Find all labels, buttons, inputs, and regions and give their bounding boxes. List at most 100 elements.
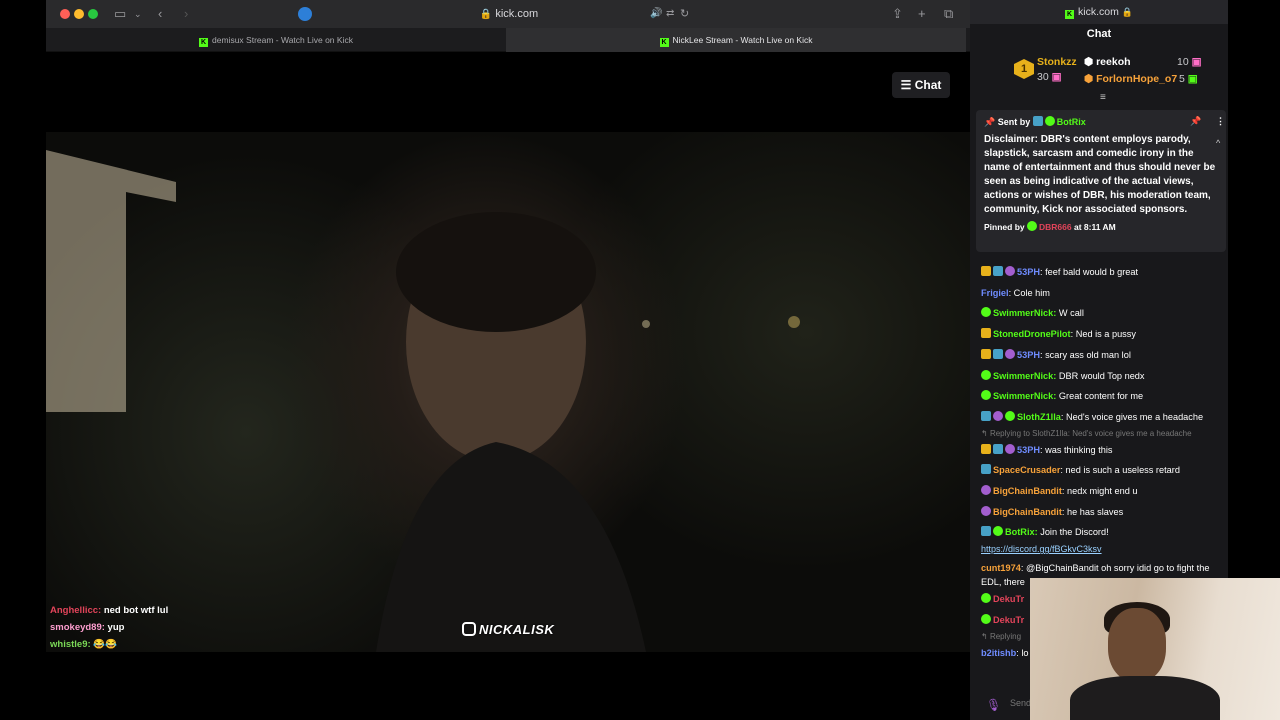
share-icon[interactable]: ⇪ — [892, 6, 903, 22]
extension-icon[interactable] — [298, 7, 312, 21]
expand-gifters-icon[interactable]: ≡ — [1100, 92, 1106, 103]
verified-icon — [981, 390, 991, 401]
pinned-header: 📌 Sent by BotRix 📌 ⋮ — [984, 116, 1225, 128]
reload-icon[interactable]: ↻ — [680, 6, 689, 22]
chat-toggle-button[interactable]: ☰ Chat — [892, 72, 950, 98]
webcam-person-head — [1108, 608, 1166, 682]
verified-icon — [981, 369, 991, 380]
sent-by-label: Sent by — [997, 117, 1031, 127]
close-window-button[interactable] — [60, 9, 70, 19]
chat-text: : he has slaves — [1061, 506, 1124, 517]
forward-arrow-icon[interactable]: › — [184, 6, 188, 22]
pinned-by-label: Pinned by — [984, 222, 1025, 232]
overlay-chat-text: ned bot wtf lul — [101, 605, 169, 616]
overlay-chat-user: Anghellicc: — [50, 605, 102, 616]
chat-username[interactable]: 53PH — [1017, 445, 1040, 455]
chat-text: : feef bald would b great — [1039, 267, 1139, 277]
gift-icon: ▣ — [1051, 71, 1062, 83]
chat-username[interactable]: BigChainBandit — [993, 507, 1062, 517]
chat-text: Great content for me — [1056, 391, 1144, 402]
chat-username[interactable]: BigChainBandit — [993, 486, 1062, 496]
tab-label: demisux Stream - Watch Live on Kick — [212, 35, 353, 45]
chevron-down-icon[interactable]: ⌄ — [134, 6, 142, 22]
chat-username[interactable]: Frigiel — [981, 288, 1009, 298]
sidebar-icon[interactable]: ▭ — [114, 6, 126, 22]
unpin-icon[interactable]: 📌 — [1190, 116, 1201, 127]
video-player[interactable]: ☰ Chat Anghellicc: ned bot wtf lul smoke… — [46, 52, 970, 720]
reply-text: Replying to SlothZ1lla: Ned's voice give… — [989, 428, 1192, 438]
chat-username[interactable]: DekuTr — [993, 594, 1024, 604]
gifter-badge-icon — [981, 505, 991, 516]
overlay-chat-user: smokeyd89: — [50, 622, 105, 633]
chat-text: : Ned is a pussy — [1070, 329, 1136, 340]
chat-message: StonedDronePilot: Ned is a pussy — [981, 324, 1225, 345]
chat-username[interactable]: SlothZ1lla — [1017, 412, 1061, 422]
address-bar[interactable]: 🔒 kick.com — [324, 4, 694, 24]
tab-nicklee[interactable]: K NickLee Stream - Watch Live on Kick — [506, 28, 966, 52]
pinned-by-user: DBR666 — [1039, 222, 1072, 232]
chat-username[interactable]: 53PH — [1017, 267, 1040, 277]
og-badge-icon — [981, 348, 991, 359]
tab-bar: Kdemisux Stream - Watch Live on Kick K Ni… — [46, 28, 970, 52]
top-gifter[interactable]: Stonkzz — [1037, 56, 1077, 68]
chat-username[interactable]: DekuTr — [993, 615, 1024, 625]
gifter-badge-icon — [1005, 443, 1015, 454]
chat-username[interactable]: StonedDronePilot — [993, 329, 1071, 339]
chat-username[interactable]: SwimmerNick: — [993, 391, 1056, 401]
og-badge-icon — [981, 328, 991, 339]
chat-username[interactable]: BotRix: — [1005, 527, 1038, 537]
chat-title: Chat — [1086, 28, 1112, 40]
chat-text: : scary ass old man lol — [1039, 349, 1131, 360]
new-tab-icon[interactable]: + — [918, 6, 926, 22]
collapse-icon[interactable]: ^ — [1216, 138, 1220, 148]
verified-icon — [993, 526, 1003, 537]
lock-icon: 🔒 — [479, 9, 493, 20]
chat-text: : was thinking this — [1039, 444, 1113, 455]
chat-username[interactable]: cunt1974 — [981, 563, 1021, 573]
overlay-chat-text: 😂😂 — [90, 639, 117, 650]
discord-link[interactable]: https://discord.gg/fBGkvC3ksv — [981, 544, 1102, 554]
sent-by-user: BotRix — [1056, 117, 1086, 127]
address-bar-text: kick.com — [495, 8, 539, 20]
chat-text: Join the Discord! — [1037, 527, 1109, 538]
overlay-chat: Anghellicc: ned bot wtf lul smokeyd89: y… — [50, 602, 168, 653]
chat-username[interactable]: SpaceCrusader — [993, 465, 1060, 475]
back-arrow-icon[interactable]: ‹ — [158, 6, 162, 22]
bot-badge-icon — [981, 526, 991, 537]
gift-count: 30 — [1037, 71, 1049, 83]
verified-icon — [1044, 116, 1055, 126]
audio-icon[interactable]: 🔊 — [650, 6, 662, 22]
gifter-entry[interactable]: ⬢ reekoh — [1084, 56, 1131, 68]
translate-icon[interactable]: ⇄ — [666, 6, 674, 22]
top-gifter-name: Stonkzz — [1037, 56, 1077, 68]
overlay-chat-line: smokeyd89: yup — [50, 619, 168, 636]
kick-icon: K — [659, 38, 669, 47]
browser-window-main: ▭ ⌄ ‹ › 🔒 kick.com 🔊 ⇄ ↻ ⇪ + ⧉ Kdemisux S… — [46, 0, 970, 720]
chat-username[interactable]: SwimmerNick: — [993, 308, 1056, 318]
minimize-window-button[interactable] — [74, 9, 84, 19]
microphone-icon[interactable]: 🎙 — [986, 698, 1001, 712]
more-options-icon[interactable]: ⋮ — [1216, 116, 1225, 127]
chat-username[interactable]: b2itishb — [981, 648, 1016, 658]
chat-message: Frigiel: Cole him — [981, 283, 1225, 304]
chat-window-url: kick.com — [1078, 6, 1119, 18]
chat-text: : lo — [1016, 647, 1029, 658]
reply-context[interactable]: ↰ Replying to SlothZ1lla: Ned's voice gi… — [981, 428, 1225, 440]
tab-demisux[interactable]: Kdemisux Stream - Watch Live on Kick — [46, 28, 506, 52]
og-badge-icon — [981, 443, 991, 454]
desktop-background — [0, 0, 46, 720]
zoom-window-button[interactable] — [88, 9, 98, 19]
gifter-count: 10 ▣ — [1177, 56, 1202, 68]
chat-text: W call — [1056, 308, 1084, 319]
pinned-footer: Pinned by DBR666 at 8:11 AM — [984, 221, 1218, 232]
chat-username[interactable]: 53PH — [1017, 350, 1040, 360]
pin-icon: 📌 — [984, 117, 996, 127]
webcam-overlay — [1030, 578, 1280, 720]
chat-text: : nedx might end u — [1061, 486, 1138, 497]
kick-icon: K — [1065, 10, 1074, 19]
chat-username[interactable]: SwimmerNick: — [993, 371, 1056, 381]
tab-overview-icon[interactable]: ⧉ — [944, 6, 953, 22]
gifter-entry[interactable]: ⬢ ForlornHope_o7 — [1084, 73, 1177, 85]
pinned-time: at 8:11 AM — [1073, 222, 1116, 232]
desktop-background-right — [1228, 0, 1280, 578]
